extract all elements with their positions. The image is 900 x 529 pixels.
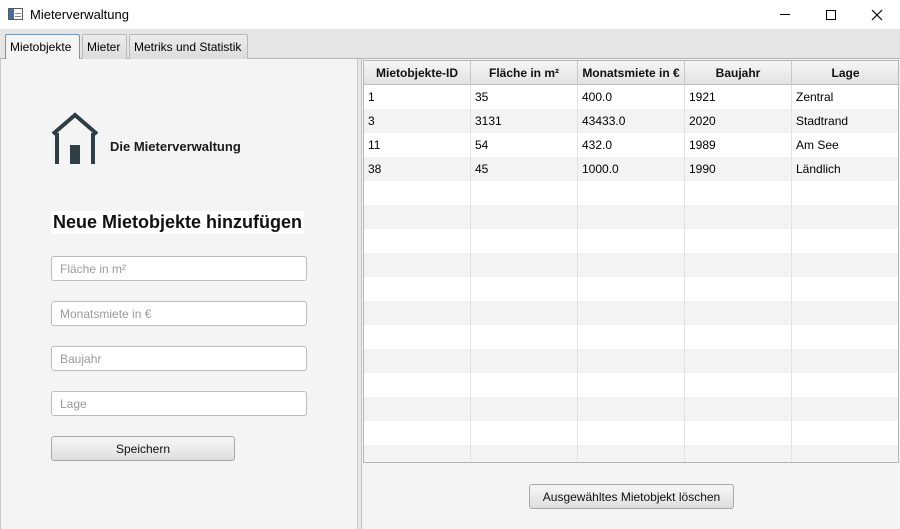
- column-header-rent[interactable]: Monatsmiete in €: [578, 61, 685, 85]
- cell-area: 54: [471, 133, 578, 157]
- cell-year: 1921: [685, 85, 792, 109]
- table-row[interactable]: 38 45 1000.0 1990 Ländlich: [364, 157, 898, 181]
- empty-row: [364, 277, 898, 301]
- tab-mietobjekte[interactable]: Mietobjekte: [5, 34, 80, 60]
- empty-row: [364, 421, 898, 445]
- area-field[interactable]: [51, 256, 307, 281]
- column-header-area[interactable]: Fläche in m²: [471, 61, 578, 85]
- window-title: Mieterverwaltung: [30, 7, 129, 22]
- empty-row: [364, 397, 898, 421]
- column-header-location[interactable]: Lage: [792, 61, 898, 85]
- tab-metriks-und-statistik[interactable]: Metriks und Statistik: [129, 34, 248, 59]
- title-bar: Mieterverwaltung: [0, 0, 900, 29]
- app-icon: [8, 8, 23, 20]
- cell-rent: 432.0: [578, 133, 685, 157]
- monthly-rent-field[interactable]: [51, 301, 307, 326]
- empty-row: [364, 301, 898, 325]
- tab-mieter[interactable]: Mieter: [82, 34, 127, 59]
- delete-selected-button[interactable]: Ausgewähltes Mietobjekt löschen: [529, 484, 734, 509]
- close-button[interactable]: [854, 0, 900, 29]
- table-row[interactable]: 1 35 400.0 1921 Zentral: [364, 85, 898, 109]
- table-row[interactable]: 11 54 432.0 1989 Am See: [364, 133, 898, 157]
- empty-row: [364, 253, 898, 277]
- house-icon: [51, 112, 99, 164]
- year-built-field[interactable]: [51, 346, 307, 371]
- table-pane: Mietobjekte-ID Fläche in m² Monatsmiete …: [362, 59, 900, 529]
- cell-location: Am See: [796, 138, 839, 152]
- close-icon: [871, 9, 883, 20]
- maximize-button[interactable]: [808, 0, 854, 29]
- table-body: 1 35 400.0 1921 Zentral 3 3131 43433.0 2…: [364, 85, 898, 462]
- properties-table[interactable]: Mietobjekte-ID Fläche in m² Monatsmiete …: [363, 60, 899, 463]
- cell-year: 2020: [685, 109, 792, 133]
- cell-rent: 1000.0: [578, 157, 685, 181]
- column-header-id[interactable]: Mietobjekte-ID: [364, 61, 471, 85]
- empty-row: [364, 445, 898, 462]
- location-field[interactable]: [51, 391, 307, 416]
- cell-id: 38: [364, 157, 471, 181]
- tab-bar: Mietobjekte Mieter Metriks und Statistik: [0, 29, 900, 60]
- empty-row: [364, 349, 898, 373]
- cell-area: 45: [471, 157, 578, 181]
- empty-row: [364, 181, 898, 205]
- minimize-icon: [780, 14, 790, 15]
- cell-rent: 400.0: [578, 85, 685, 109]
- cell-year: 1989: [685, 133, 792, 157]
- cell-area: 35: [471, 85, 578, 109]
- cell-location: Ländlich: [796, 162, 841, 176]
- cell-area: 3131: [471, 109, 578, 133]
- table-header: Mietobjekte-ID Fläche in m² Monatsmiete …: [364, 61, 898, 85]
- cell-rent: 43433.0: [578, 109, 685, 133]
- cell-location: Zentral: [796, 90, 834, 104]
- empty-row: [364, 205, 898, 229]
- brand-title: Die Mieterverwaltung: [110, 139, 241, 154]
- cell-id: 1: [364, 85, 471, 109]
- cell-year: 1990: [685, 157, 792, 181]
- table-row[interactable]: 3 3131 43433.0 2020 Stadtrand: [364, 109, 898, 133]
- minimize-button[interactable]: [762, 0, 808, 29]
- cell-id: 3: [364, 109, 471, 133]
- cell-location: Stadtrand: [796, 114, 849, 128]
- cell-id: 11: [364, 133, 471, 157]
- empty-row: [364, 373, 898, 397]
- column-header-year[interactable]: Baujahr: [685, 61, 792, 85]
- empty-row: [364, 325, 898, 349]
- empty-row: [364, 229, 898, 253]
- save-button[interactable]: Speichern: [51, 436, 235, 461]
- maximize-icon: [826, 9, 836, 20]
- form-heading: Neue Mietobjekte hinzufügen: [51, 211, 305, 234]
